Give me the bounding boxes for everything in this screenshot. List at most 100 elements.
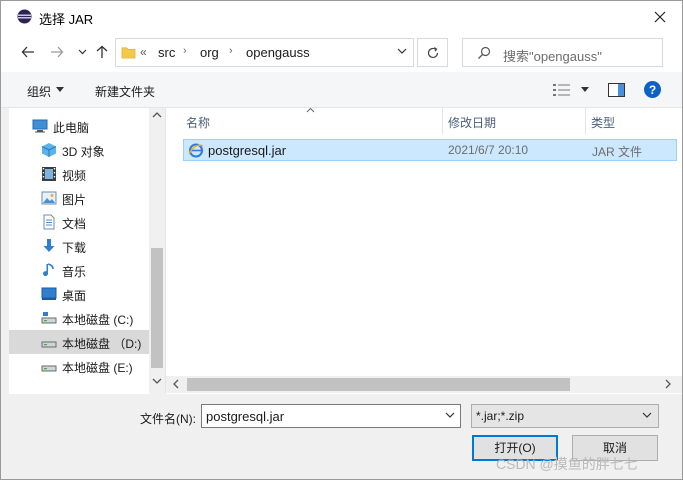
nav-item-label: 桌面: [62, 289, 87, 303]
breadcrumb-src[interactable]: src: [158, 45, 175, 60]
scroll-right-icon[interactable]: [665, 379, 672, 389]
refresh-button[interactable]: [417, 38, 448, 67]
forward-button[interactable]: [48, 43, 66, 61]
scroll-down-icon[interactable]: [152, 378, 162, 385]
nav-item-label: 3D 对象: [62, 145, 105, 159]
chevron-down-icon: [642, 412, 652, 418]
close-icon: [654, 11, 666, 22]
file-type-value: *.jar;*.zip: [476, 409, 525, 423]
nav-item-label: 此电脑: [53, 121, 90, 135]
nav-item-video[interactable]: 视频: [9, 162, 149, 186]
nav-item-label: 音乐: [62, 265, 87, 279]
pictures-icon: [41, 190, 57, 206]
3d-objects-icon: [41, 142, 57, 158]
navigation-row: « src › org › opengauss 搜索"opengauss": [1, 32, 682, 72]
file-list-pane: 名称 修改日期 类型 postgresql.jar 2021/6/7 20:10…: [165, 107, 682, 394]
nav-item-3d-objects[interactable]: 3D 对象: [9, 138, 149, 162]
nav-item-label: 下载: [62, 241, 87, 255]
nav-item-label: 视频: [62, 169, 87, 183]
sort-ascending-icon: [306, 107, 315, 113]
organize-menu[interactable]: 组织: [27, 83, 51, 100]
command-toolbar: 组织 新建文件夹 ?: [1, 72, 682, 108]
nav-item-label: 图片: [62, 193, 87, 207]
refresh-icon: [427, 46, 438, 58]
horizontal-scrollbar[interactable]: [166, 376, 682, 393]
caret-down-icon[interactable]: [56, 87, 64, 92]
nav-scrollbar[interactable]: [149, 108, 165, 394]
nav-item-label: 本地磁盘 (C:): [62, 313, 134, 327]
computer-icon: [32, 118, 48, 134]
title-bar: 选择 JAR: [1, 1, 682, 32]
file-row-selected[interactable]: postgresql.jar 2021/6/7 20:10 JAR 文件: [183, 139, 677, 161]
music-icon: [41, 262, 57, 278]
new-folder-button[interactable]: 新建文件夹: [95, 83, 155, 100]
address-dropdown-icon[interactable]: [397, 48, 407, 55]
filename-value: postgresql.jar: [206, 409, 285, 424]
breadcrumb-opengauss[interactable]: opengauss: [246, 45, 310, 60]
address-overflow[interactable]: «: [140, 45, 147, 59]
search-box[interactable]: 搜索"opengauss": [462, 38, 663, 67]
column-header-name[interactable]: 名称: [166, 107, 442, 134]
file-type-select[interactable]: *.jar;*.zip: [471, 404, 659, 428]
preview-pane-icon[interactable]: [608, 83, 625, 97]
nav-scroll-thumb[interactable]: [151, 248, 163, 368]
column-type-label: 类型: [591, 116, 616, 130]
nav-item-music[interactable]: 音乐: [9, 258, 149, 282]
documents-icon: [41, 214, 57, 230]
nav-item-pictures[interactable]: 图片: [9, 186, 149, 210]
nav-item-drive-d[interactable]: 本地磁盘 （D:): [9, 330, 149, 354]
filename-input[interactable]: postgresql.jar: [201, 404, 461, 428]
breadcrumb-org[interactable]: org: [200, 45, 219, 60]
arrow-left-icon: [21, 46, 34, 58]
search-icon: [478, 46, 491, 59]
scroll-left-icon[interactable]: [172, 379, 179, 389]
eclipse-app-icon: [17, 9, 32, 24]
back-button[interactable]: [19, 43, 37, 61]
folder-icon: [121, 47, 136, 59]
chevron-down-icon: [78, 49, 86, 55]
scroll-up-icon[interactable]: [152, 111, 162, 118]
file-type: JAR 文件: [592, 145, 643, 159]
nav-item-download[interactable]: 下载: [9, 234, 149, 258]
navigation-pane: 此电脑 3D 对象视频图片文档下载音乐桌面本地磁盘 (C:) 本地磁盘 （D:) 本地…: [9, 108, 165, 394]
drive-d-icon: [41, 334, 57, 350]
view-details-icon[interactable]: [553, 83, 571, 97]
horizontal-scroll-thumb[interactable]: [187, 378, 570, 391]
file-open-dialog: 选择 JAR « src › org › opengauss 搜索"openga…: [0, 0, 683, 480]
window-title: 选择 JAR: [39, 12, 94, 27]
chevron-down-icon[interactable]: [445, 412, 455, 419]
nav-item-computer[interactable]: 此电脑: [9, 114, 149, 138]
recent-locations-button[interactable]: [73, 43, 91, 61]
view-caret-down-icon[interactable]: [581, 87, 589, 92]
nav-item-desktop[interactable]: 桌面: [9, 282, 149, 306]
jar-file-icon: [188, 143, 204, 158]
nav-item-documents[interactable]: 文档: [9, 210, 149, 234]
watermark: CSDN @摸鱼的胖七七: [496, 456, 638, 472]
up-button[interactable]: [93, 43, 111, 61]
help-button[interactable]: ?: [644, 81, 661, 98]
column-name-label: 名称: [186, 116, 211, 130]
breadcrumb-separator-icon[interactable]: ›: [183, 45, 187, 57]
nav-item-label: 本地磁盘 (E:): [62, 361, 133, 375]
column-header-date[interactable]: 修改日期: [443, 108, 585, 134]
video-icon: [41, 166, 57, 182]
nav-item-drive-e[interactable]: 本地磁盘 (E:): [9, 354, 149, 378]
nav-item-label: 本地磁盘 （D:): [62, 337, 142, 351]
help-icon: ?: [648, 82, 657, 97]
breadcrumb-separator-icon[interactable]: ›: [229, 45, 233, 57]
arrow-right-icon: [51, 46, 64, 58]
column-header-type[interactable]: 类型: [586, 108, 682, 134]
nav-item-label: 文档: [62, 217, 87, 231]
desktop-icon: [41, 286, 57, 302]
drive-c-icon: [41, 310, 57, 326]
close-button[interactable]: [638, 1, 682, 32]
file-name: postgresql.jar: [208, 143, 287, 158]
file-date: 2021/6/7 20:10: [448, 143, 529, 157]
arrow-up-icon: [96, 45, 108, 58]
download-icon: [41, 238, 57, 254]
address-bar[interactable]: « src › org › opengauss: [115, 38, 414, 67]
search-placeholder: 搜索"opengauss": [503, 49, 602, 64]
nav-item-drive-c[interactable]: 本地磁盘 (C:): [9, 306, 149, 330]
drive-e-icon: [41, 358, 57, 374]
filename-label: 文件名(N):: [140, 412, 196, 426]
